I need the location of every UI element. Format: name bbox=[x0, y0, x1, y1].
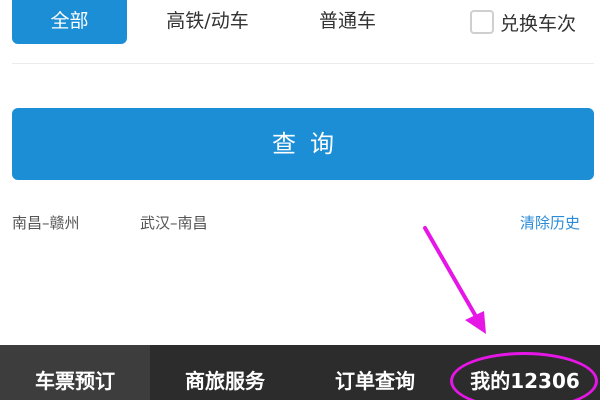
history-item[interactable]: 武汉–南昌 bbox=[140, 212, 208, 233]
bottom-tab-bar: 车票预订 商旅服务 订单查询 我的12306 bbox=[0, 345, 600, 400]
tab-normal-train[interactable]: 普通车 bbox=[300, 0, 395, 44]
exchange-label: 兑换车次 bbox=[500, 12, 577, 35]
exchange-checkbox[interactable] bbox=[470, 10, 494, 34]
tabbar-business-travel[interactable]: 商旅服务 bbox=[150, 345, 300, 400]
divider bbox=[12, 63, 594, 64]
history-item[interactable]: 南昌–赣州 bbox=[12, 212, 80, 233]
arrow-icon bbox=[423, 226, 486, 334]
clear-history-link[interactable]: 清除历史 bbox=[520, 212, 580, 233]
tabbar-order-query[interactable]: 订单查询 bbox=[300, 345, 450, 400]
tabbar-my-12306[interactable]: 我的12306 bbox=[450, 345, 600, 400]
tab-high-speed[interactable]: 高铁/动车 bbox=[150, 0, 265, 44]
query-button[interactable]: 查询 bbox=[12, 108, 594, 180]
train-type-filter: 全部 高铁/动车 普通车 兑换车次 bbox=[0, 0, 600, 46]
tab-all[interactable]: 全部 bbox=[12, 0, 127, 44]
exchange-trains-option[interactable]: 兑换车次 bbox=[470, 7, 576, 37]
tabbar-ticket-booking[interactable]: 车票预订 bbox=[0, 345, 150, 400]
